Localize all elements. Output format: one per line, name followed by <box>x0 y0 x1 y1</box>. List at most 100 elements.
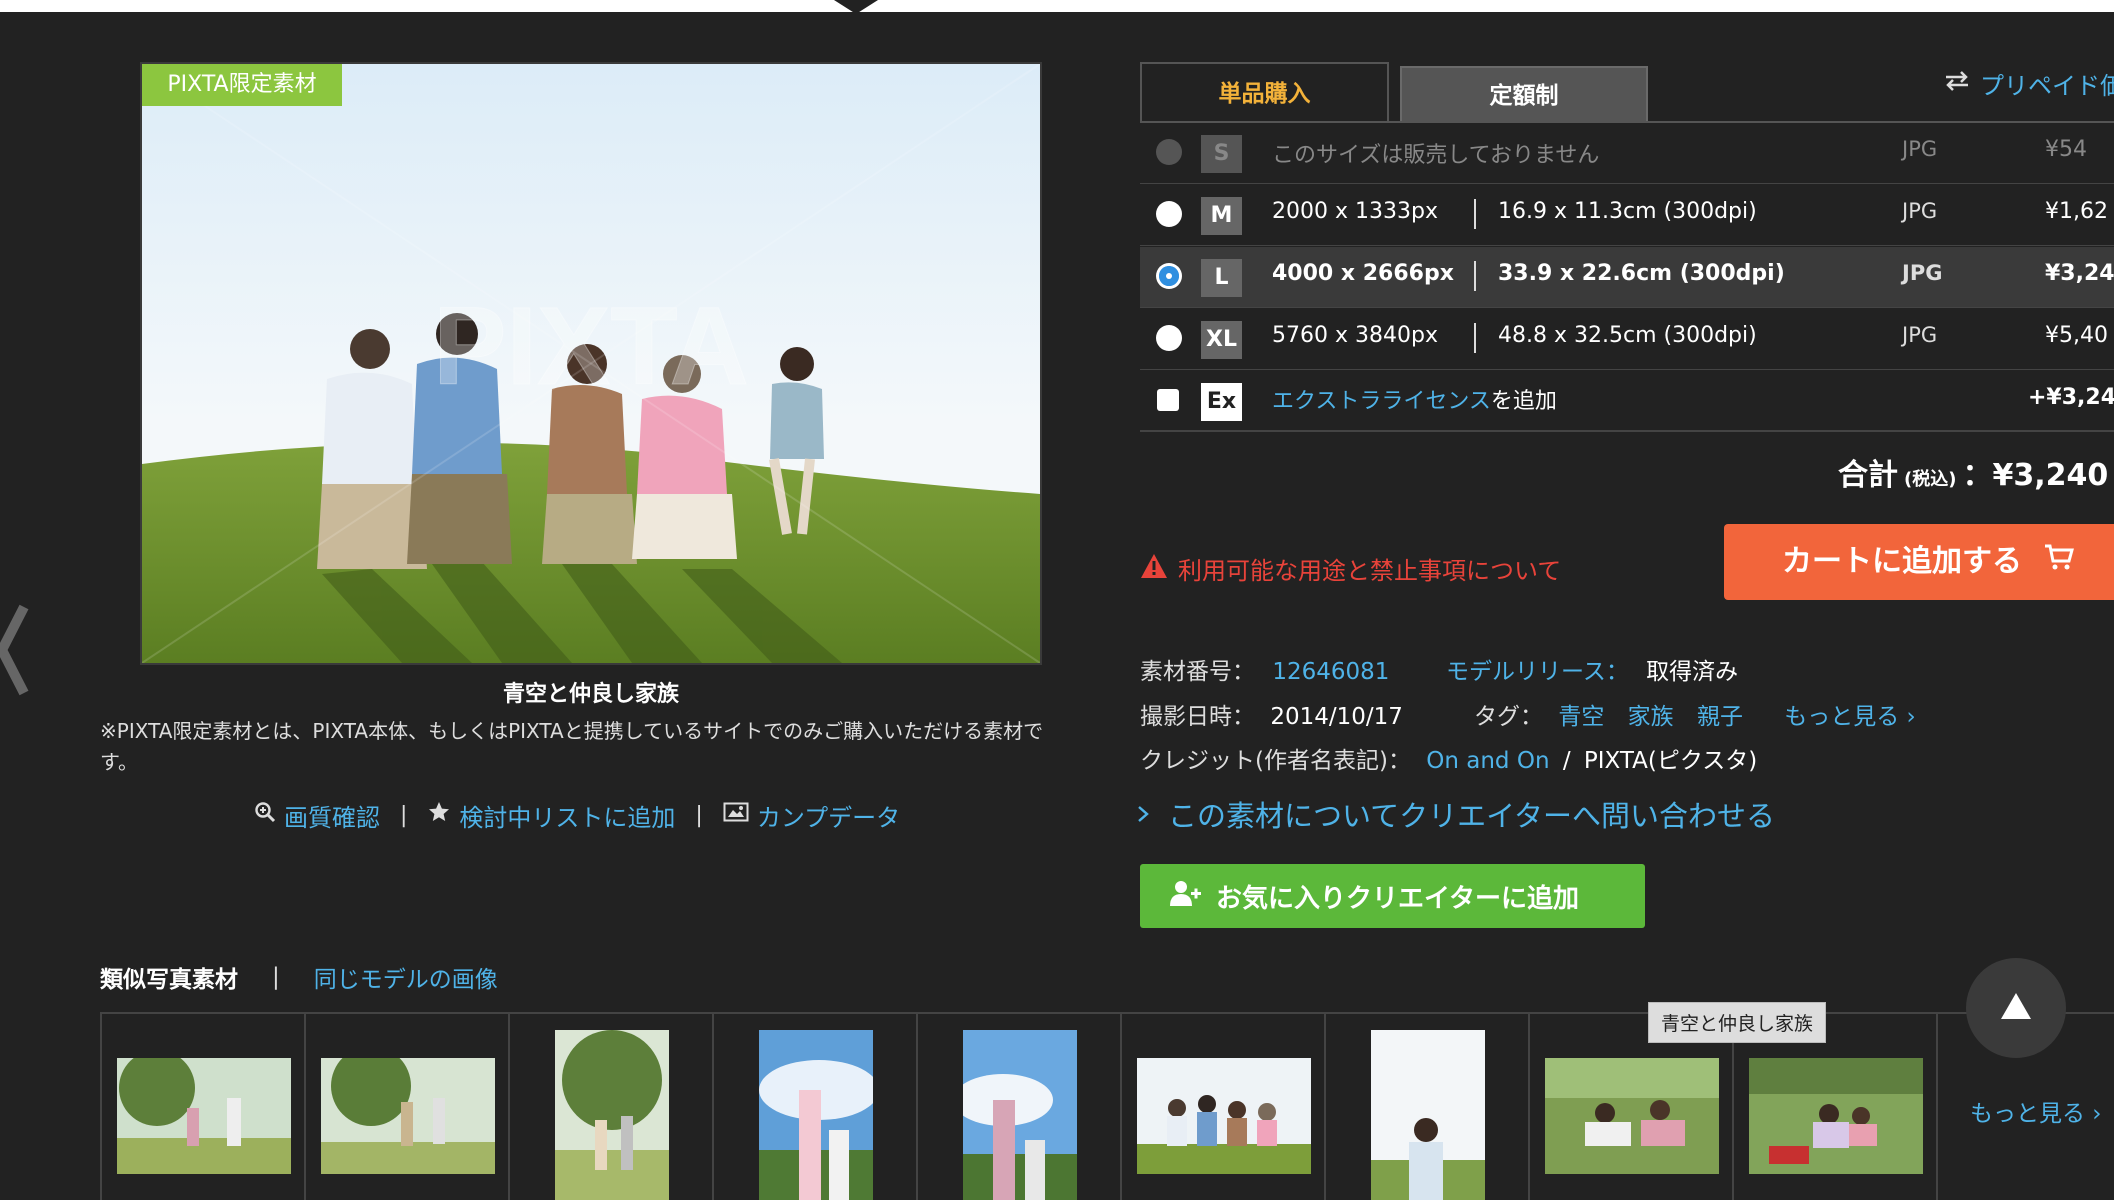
chevron-right-icon <box>1136 797 1150 831</box>
credit-site: PIXTA(ピクスタ) <box>1583 748 1758 774</box>
thumbnail[interactable] <box>1749 1058 1923 1174</box>
size-badge-s: S <box>1201 135 1242 173</box>
add-to-cart-label: カートに追加する <box>1782 544 2022 579</box>
thumbnail[interactable] <box>1137 1058 1311 1174</box>
cart-icon <box>2044 524 2074 600</box>
add-favorite-creator-label: お気に入りクリエイターに追加 <box>1216 883 1579 914</box>
thumbnail[interactable] <box>963 1030 1077 1200</box>
credit-separator: / <box>1562 748 1571 774</box>
extra-license-badge: Ex <box>1201 383 1242 421</box>
tag-link[interactable]: 青空 <box>1558 704 1604 730</box>
more-similar-link[interactable]: もっと見る › <box>1970 1094 2102 1128</box>
size-print: 16.9 x 11.3cm (300dpi) <box>1498 199 1757 224</box>
credit-row: クレジット(作者名表記)： On and On / PIXTA(ピクスタ) <box>1140 741 1757 775</box>
divider <box>1474 199 1476 229</box>
add-to-list-label: 検討中リストに追加 <box>459 803 676 832</box>
more-tags-link[interactable]: もっと見る › <box>1784 704 1916 730</box>
usage-warning-label: 利用可能な用途と禁止事項について <box>1178 557 1562 585</box>
top-strip <box>0 0 2114 12</box>
extra-license-checkbox[interactable] <box>1157 389 1179 411</box>
size-radio-m[interactable] <box>1156 201 1182 227</box>
tag-link[interactable]: 家族 <box>1628 704 1674 730</box>
material-number[interactable]: 12646081 <box>1272 659 1389 685</box>
inquiry-link[interactable]: この素材についてクリエイターへ問い合わせる <box>1136 793 1775 835</box>
inquiry-label: この素材についてクリエイターへ問い合わせる <box>1168 799 1775 833</box>
material-number-row: 素材番号： 12646081 <box>1140 652 1389 686</box>
thumbnail-cell[interactable] <box>304 1014 508 1200</box>
comp-data-label: カンプデータ <box>756 803 901 832</box>
total-price: 合計 (税込) ：¥3,240 <box>1838 450 2108 494</box>
comp-data-link[interactable]: カンプデータ <box>723 798 900 833</box>
shot-date-label: 撮影日時： <box>1140 704 1255 730</box>
total-value: ：¥3,240 <box>1962 458 2109 493</box>
thumbnail-cell[interactable] <box>1120 1014 1324 1200</box>
thumbnail[interactable] <box>1371 1030 1485 1200</box>
tab-similar-photos[interactable]: 類似写真素材 <box>100 960 238 994</box>
extra-license-row[interactable]: Ex エクストラライセンスを追加 +¥3,24 <box>1140 371 2114 432</box>
model-release-value: 取得済み <box>1646 659 1739 685</box>
divider: | <box>272 964 280 990</box>
thumbnail-cell[interactable] <box>916 1014 1120 1200</box>
swap-icon <box>1944 70 1970 98</box>
divider: | <box>695 802 703 828</box>
exclusive-note: ※PIXTA限定素材とは、PIXTA本体、もしくはPIXTAと提携しているサイト… <box>100 719 1044 774</box>
divider <box>1474 323 1476 353</box>
add-to-list-link[interactable]: 検討中リストに追加 <box>427 798 675 833</box>
prepaid-link[interactable]: プリペイド価 <box>1944 66 2114 101</box>
quality-check-link[interactable]: 画質確認 <box>254 798 380 833</box>
thumbnail[interactable] <box>117 1058 291 1174</box>
thumbnail-cell[interactable] <box>100 1014 304 1200</box>
extra-license-suffix: を追加 <box>1490 389 1557 414</box>
size-radio-s <box>1156 139 1182 165</box>
quality-check-label: 画質確認 <box>284 803 380 832</box>
add-favorite-creator-button[interactable]: お気に入りクリエイターに追加 <box>1140 864 1645 928</box>
size-row-m[interactable]: M 2000 x 1333px 16.9 x 11.3cm (300dpi) J… <box>1140 185 2114 246</box>
size-radio-l[interactable] <box>1156 263 1182 289</box>
warning-icon <box>1140 553 1168 585</box>
material-number-label: 素材番号： <box>1140 659 1255 685</box>
size-format: JPG <box>1902 137 1938 161</box>
credit-label: クレジット(作者名表記)： <box>1140 748 1411 774</box>
usage-warning-link[interactable]: 利用可能な用途と禁止事項について <box>1140 551 1561 586</box>
exclusive-badge: PIXTA限定素材 <box>142 64 342 106</box>
size-badge-xl: XL <box>1201 321 1242 359</box>
zoom-icon <box>254 801 276 829</box>
main-photo[interactable]: PIXTA <box>140 62 1042 665</box>
size-pixels: 5760 x 3840px <box>1272 323 1438 348</box>
size-not-sold: このサイズは販売しておりません <box>1272 143 1600 168</box>
model-release-label[interactable]: モデルリリース： <box>1446 659 1629 685</box>
size-format: JPG <box>1902 199 1938 223</box>
size-radio-xl[interactable] <box>1156 325 1182 351</box>
extra-license-link[interactable]: エクストラライセンス <box>1272 389 1491 414</box>
size-row-l[interactable]: L 4000 x 2666px 33.9 x 22.6cm (300dpi) J… <box>1140 247 2114 308</box>
star-icon <box>427 800 451 830</box>
model-release-row: モデルリリース： 取得済み <box>1446 652 1738 686</box>
thumbnail[interactable] <box>759 1030 873 1200</box>
size-format: JPG <box>1902 323 1938 347</box>
thumbnail-cell[interactable] <box>1324 1014 1528 1200</box>
tags-label: タグ： <box>1474 704 1543 730</box>
credit-author[interactable]: On and On <box>1426 748 1549 774</box>
thumbnail[interactable] <box>321 1058 495 1174</box>
tab-subscription[interactable]: 定額制 <box>1400 66 1648 122</box>
size-row-xl[interactable]: XL 5760 x 3840px 48.8 x 32.5cm (300dpi) … <box>1140 309 2114 370</box>
thumbnail[interactable] <box>555 1030 669 1200</box>
total-tax-label: (税込) <box>1904 469 1957 490</box>
tag-link[interactable]: 親子 <box>1697 704 1743 730</box>
previous-arrow-icon[interactable] <box>0 595 40 705</box>
thumbnail[interactable] <box>1545 1058 1719 1174</box>
size-format: JPG <box>1902 261 1943 285</box>
size-price: ¥54 <box>2045 137 2087 162</box>
size-badge-m: M <box>1201 197 1242 235</box>
add-to-cart-button[interactable]: カートに追加する <box>1724 524 2114 600</box>
tab-same-model[interactable]: 同じモデルの画像 <box>314 960 498 994</box>
photo-actions: 画質確認 | 検討中リストに追加 | カンプデータ <box>254 797 900 833</box>
thumbnail-cell[interactable] <box>508 1014 712 1200</box>
tab-single-purchase[interactable]: 単品購入 <box>1140 62 1389 122</box>
scroll-to-top-button[interactable] <box>1966 958 2066 1058</box>
extra-license-label: エクストラライセンスを追加 <box>1272 383 1557 415</box>
thumbnail-tooltip: 青空と仲良し家族 <box>1648 1002 1827 1043</box>
thumbnail-cell[interactable] <box>712 1014 916 1200</box>
shot-date: 2014/10/17 <box>1270 704 1403 730</box>
arrow-up-icon <box>1999 991 2033 1025</box>
